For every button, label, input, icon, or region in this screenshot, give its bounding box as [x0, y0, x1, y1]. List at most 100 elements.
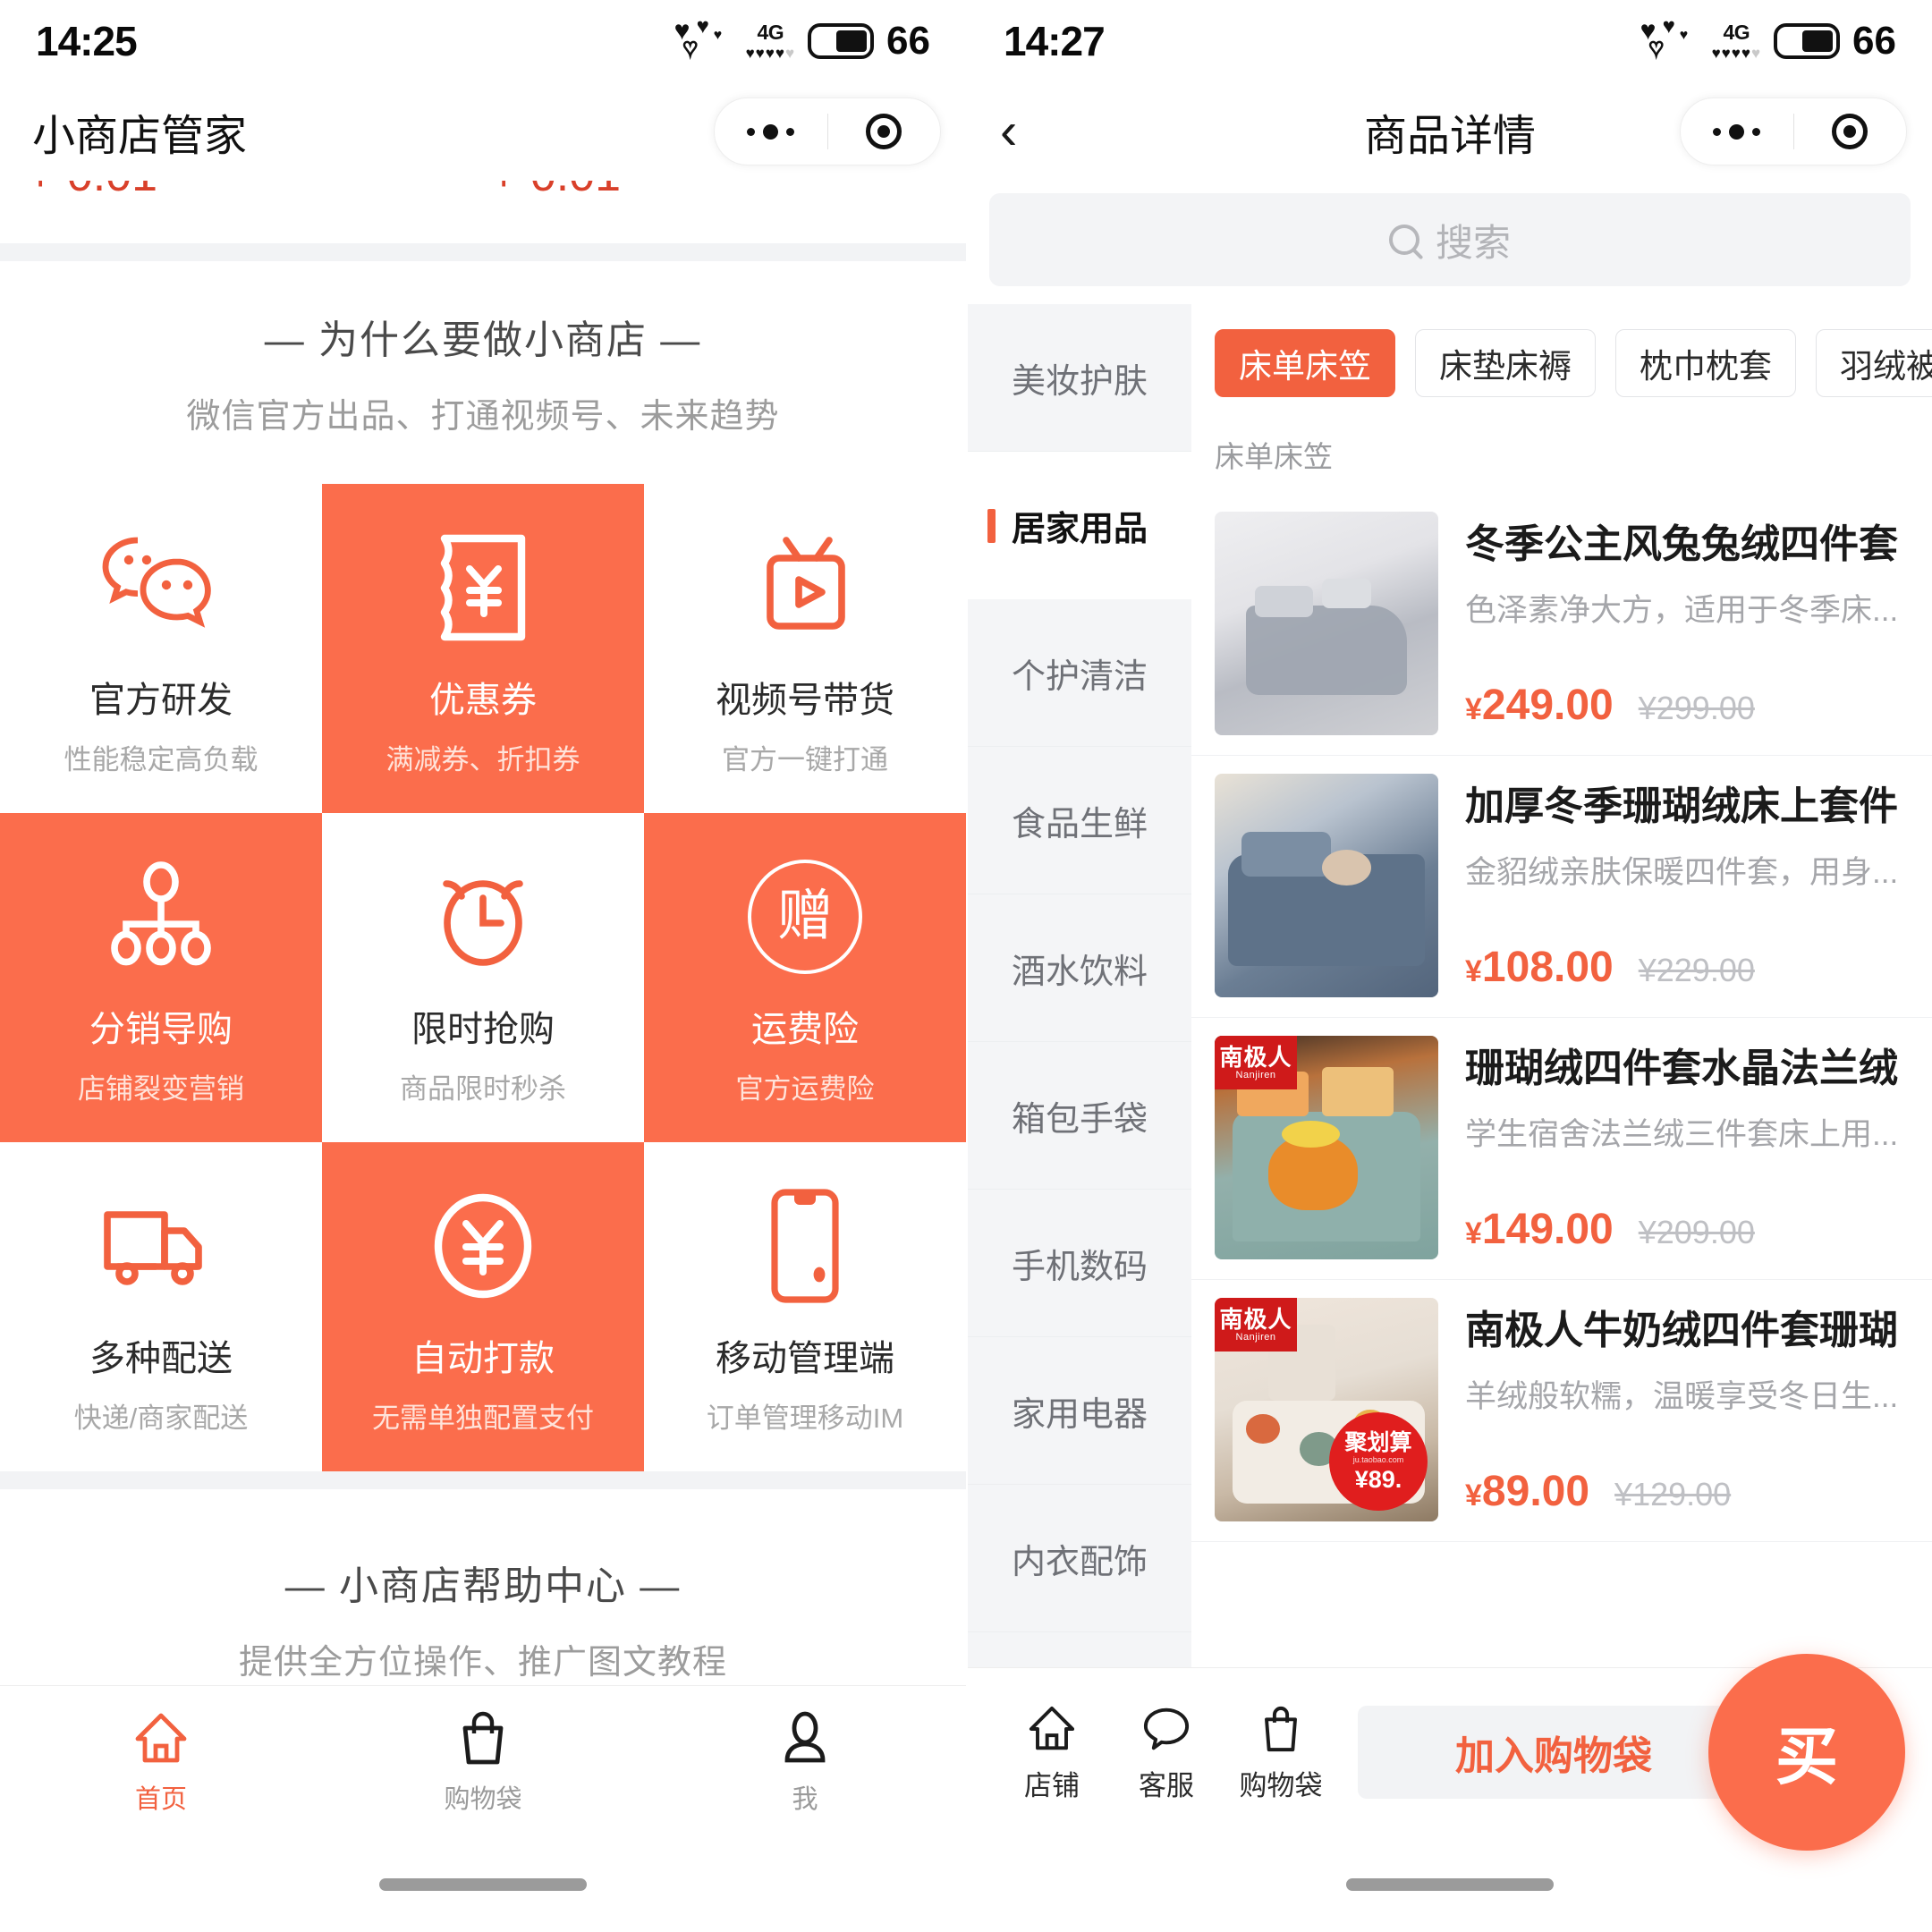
feature-title: 分销导购: [89, 1009, 233, 1049]
page-title: 小商店管家: [32, 113, 248, 160]
feature-cell-flash-sale[interactable]: 限时抢购 商品限时秒杀: [322, 813, 644, 1142]
video-channel-icon: [747, 521, 863, 655]
sidebar-item-bags[interactable]: 箱包手袋: [968, 1042, 1191, 1190]
target-circle-icon: [866, 114, 902, 149]
brand-badge-line1: 南极人: [1219, 1043, 1292, 1071]
feature-cell-official-dev[interactable]: 官方研发 性能稳定高负载: [0, 484, 322, 813]
add-to-bag-button[interactable]: 加入购物袋: [1358, 1705, 1750, 1799]
product-desc: 色泽素净大方，适用于冬季床...: [1465, 593, 1899, 628]
feature-cell-video-channel[interactable]: 视频号带货 官方一键打通: [644, 484, 966, 813]
org-chart-icon: [103, 850, 219, 984]
price-value: 149.00: [1481, 1206, 1614, 1253]
feature-subtitle: 店铺裂变营销: [78, 1072, 244, 1105]
catalog-body: 美妆护肤 居家用品 个护清洁 食品生鲜 酒水饮料 箱包手袋 手机数码 家用电器 …: [968, 304, 1932, 1699]
feature-title: 自动打款: [411, 1338, 555, 1378]
signal-indicator: 4G ♥♥♥♥♥: [1712, 20, 1761, 61]
sidebar-item-home-goods[interactable]: 居家用品: [968, 452, 1191, 599]
feature-cell-mobile-admin[interactable]: 移动管理端 订单管理移动IM: [644, 1142, 966, 1471]
ellipsis-icon: [1713, 123, 1761, 140]
action-label: 店铺: [1024, 1770, 1080, 1801]
chip-duvet[interactable]: 羽绒被: [1816, 329, 1932, 397]
chip-mattress[interactable]: 床垫床褥: [1415, 329, 1596, 397]
tab-home[interactable]: 首页: [0, 1707, 322, 1816]
alarm-clock-icon: [425, 850, 541, 984]
sidebar-item-beauty[interactable]: 美妆护肤: [968, 304, 1191, 452]
search-placeholder: 搜索: [1435, 221, 1511, 264]
product-list-column: 床单床笠 床垫床褥 枕巾枕套 羽绒被 床单床笠 冬季公主风兔兔绒四件套 色泽素净…: [1191, 304, 1932, 1699]
close-miniprogram-button[interactable]: [828, 114, 941, 149]
product-thumbnail: 南极人 Nanjiren 聚划算 ju.taobao.com ¥89.: [1215, 1298, 1438, 1521]
action-label: 购物袋: [1239, 1770, 1323, 1801]
home-indicator: [1346, 1878, 1554, 1891]
brand-badge-line2: Nanjiren: [1235, 1331, 1276, 1343]
feature-title: 优惠券: [429, 680, 537, 720]
action-shop[interactable]: 店铺: [995, 1700, 1109, 1803]
clipped-amount-a: + 0.01: [27, 181, 157, 202]
sidebar-item-underwear[interactable]: 内衣配饰: [968, 1485, 1191, 1632]
action-customer-service[interactable]: 客服: [1109, 1700, 1224, 1803]
chip-pillowcase[interactable]: 枕巾枕套: [1615, 329, 1796, 397]
network-type-label: 4G: [757, 20, 784, 44]
sidebar-item-personal-care[interactable]: 个护清洁: [968, 599, 1191, 747]
product-row[interactable]: 加厚冬季珊瑚绒床上套件 金貂绒亲肤保暖四件套，用身... ¥108.00 ¥22…: [1191, 756, 1932, 1018]
sidebar-item-digital[interactable]: 手机数码: [968, 1190, 1191, 1337]
product-row[interactable]: 南极人 Nanjiren 珊瑚绒四件套水晶法兰绒 学生宿舍法兰绒三件套床上用..…: [1191, 1018, 1932, 1280]
bottom-tab-bar: 首页 购物袋 我: [0, 1685, 966, 1835]
tab-shopping-bag[interactable]: 购物袋: [322, 1707, 644, 1816]
home-icon: [135, 1713, 187, 1762]
feature-cell-auto-payout[interactable]: 自动打款 无需单独配置支付: [322, 1142, 644, 1471]
feature-subtitle: 性能稳定高负载: [64, 743, 258, 775]
currency-symbol: ¥: [1465, 692, 1482, 726]
status-indicators: ♥ ♥ ♥ ♥ 4G ♥♥♥♥♥ 66: [674, 16, 930, 66]
buy-now-button[interactable]: 买: [1708, 1653, 1905, 1851]
feature-cell-coupon[interactable]: 优惠券 满减券、折扣券: [322, 484, 644, 813]
miniprogram-capsule[interactable]: [714, 97, 941, 165]
product-name: 加厚冬季珊瑚绒床上套件: [1465, 784, 1898, 828]
feature-title: 官方研发: [89, 680, 233, 720]
product-thumbnail: [1215, 512, 1438, 735]
shopping-bag-icon: [1265, 1707, 1297, 1752]
product-info: 珊瑚绒四件套水晶法兰绒 学生宿舍法兰绒三件套床上用... ¥149.00 ¥20…: [1465, 1036, 1909, 1259]
product-thumbnail: 南极人 Nanjiren: [1215, 1036, 1438, 1259]
close-miniprogram-button[interactable]: [1794, 114, 1907, 149]
back-button[interactable]: ‹: [1000, 105, 1054, 157]
miniprogram-capsule[interactable]: [1680, 97, 1907, 165]
feature-cell-shipping-insurance[interactable]: 赠 运费险 官方运费险: [644, 813, 966, 1142]
battery-icon: [1774, 23, 1841, 59]
target-circle-icon: [1832, 114, 1868, 149]
feature-subtitle: 商品限时秒杀: [400, 1072, 566, 1105]
wechat-bubbles-icon: [98, 521, 224, 655]
action-shopping-bag[interactable]: 购物袋: [1224, 1700, 1338, 1803]
clipped-amount-b: + 0.01: [490, 181, 621, 202]
tab-label: 首页: [134, 1784, 187, 1814]
product-row[interactable]: 南极人 Nanjiren 聚划算 ju.taobao.com ¥89. 南极人牛…: [1191, 1280, 1932, 1542]
tab-profile[interactable]: 我: [644, 1707, 966, 1816]
product-desc: 学生宿舍法兰绒三件套床上用...: [1465, 1117, 1899, 1152]
product-info: 加厚冬季珊瑚绒床上套件 金貂绒亲肤保暖四件套，用身... ¥108.00 ¥22…: [1465, 774, 1909, 997]
product-row[interactable]: 冬季公主风兔兔绒四件套 色泽素净大方，适用于冬季床... ¥249.00 ¥29…: [1191, 494, 1932, 756]
feature-cell-distribution[interactable]: 分销导购 店铺裂变营销: [0, 813, 322, 1142]
person-icon: [784, 1711, 826, 1762]
product-thumbnail: [1215, 774, 1438, 997]
more-menu-button[interactable]: [715, 123, 827, 140]
signal-indicator: 4G ♥♥♥♥♥: [746, 20, 795, 61]
nav-bar-left: 小商店管家: [0, 82, 966, 181]
product-original-price: ¥129.00: [1614, 1476, 1732, 1513]
sidebar-item-drinks[interactable]: 酒水饮料: [968, 894, 1191, 1042]
sidebar-item-fresh-food[interactable]: 食品生鲜: [968, 747, 1191, 894]
status-time: 14:27: [1004, 18, 1106, 64]
product-price: ¥89.00: [1465, 1467, 1589, 1516]
product-name: 珊瑚绒四件套水晶法兰绒: [1465, 1046, 1898, 1090]
sidebar-item-appliances[interactable]: 家用电器: [968, 1337, 1191, 1485]
promo-badge-line2: ju.taobao.com: [1352, 1454, 1404, 1464]
help-section-subtitle: 提供全方位操作、推广图文教程: [238, 1644, 727, 1682]
more-menu-button[interactable]: [1681, 123, 1793, 140]
chip-bedsheets[interactable]: 床单床笠: [1215, 329, 1395, 397]
network-type-label: 4G: [1723, 20, 1750, 44]
feature-cell-delivery[interactable]: 多种配送 快递/商家配送: [0, 1142, 322, 1471]
category-sidebar: 美妆护肤 居家用品 个护清洁 食品生鲜 酒水饮料 箱包手袋 手机数码 家用电器 …: [968, 304, 1191, 1699]
status-bar-left: 14:25 ♥ ♥ ♥ ♥ 4G ♥♥♥♥♥ 66: [0, 0, 966, 82]
search-input[interactable]: 搜索: [989, 193, 1911, 286]
feature-title: 多种配送: [89, 1338, 233, 1378]
subcategory-chips: 床单床笠 床垫床褥 枕巾枕套 羽绒被: [1191, 304, 1932, 417]
